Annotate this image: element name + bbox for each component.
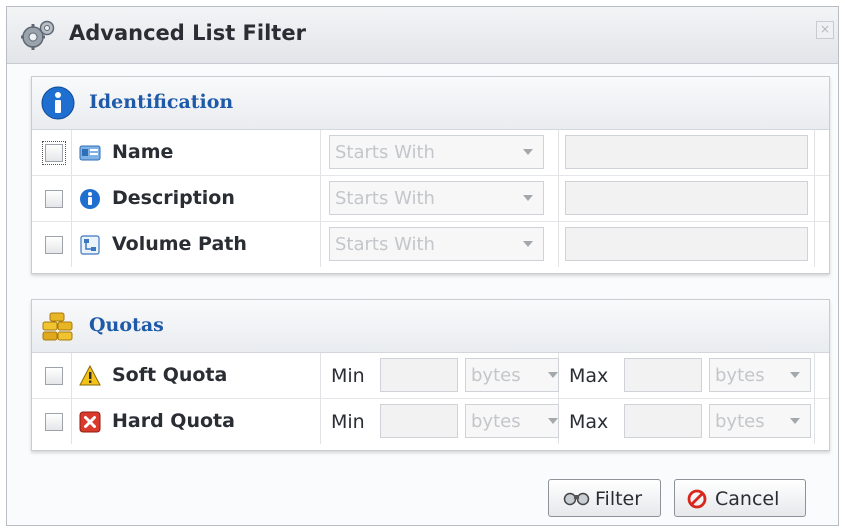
identification-header: Identification [32, 77, 829, 130]
label-cell: Soft Quota [72, 353, 321, 398]
hard-quota-max-unit: bytes [715, 411, 765, 432]
name-operator-select[interactable]: Starts With [329, 135, 544, 169]
dialog-title: Advanced List Filter [69, 21, 306, 45]
hard-quota-min-unit: bytes [471, 411, 521, 432]
min-cell: Min bytes [321, 353, 559, 398]
filter-row-soft-quota: Soft Quota Min bytes Max bytes [32, 353, 829, 399]
binoculars-icon [563, 492, 590, 506]
chevron-down-icon [548, 418, 558, 424]
checkbox-cell [32, 176, 72, 221]
value-cell [559, 222, 815, 267]
name-card-icon [79, 145, 101, 161]
quotas-header: Quotas [32, 300, 829, 353]
cancel-button-label: Cancel [715, 488, 780, 510]
volume-path-checkbox[interactable] [45, 236, 63, 254]
soft-quota-label: Soft Quota [112, 364, 228, 386]
filter-button[interactable]: Filter [548, 479, 661, 517]
quotas-section: Quotas Soft Quota Min bytes Max bytes Ha… [31, 299, 830, 451]
filter-row-volume-path: Volume Path Starts With [32, 222, 829, 267]
coins-icon [42, 312, 73, 341]
hard-quota-min-input[interactable] [380, 404, 458, 438]
volume-path-operator-select[interactable]: Starts With [329, 227, 544, 261]
max-cell: Max bytes [559, 353, 815, 398]
label-cell: Volume Path [72, 222, 321, 267]
close-button[interactable]: × [816, 21, 834, 39]
hard-quota-max-input[interactable] [624, 404, 702, 438]
label-cell: Description [72, 176, 321, 221]
volume-path-value-input[interactable] [565, 227, 808, 261]
min-cell: Min bytes [321, 399, 559, 444]
description-label: Description [112, 187, 235, 209]
info-icon [80, 189, 100, 209]
operator-cell: Starts With [321, 130, 559, 175]
volume-path-icon [80, 235, 100, 255]
volume-path-operator-value: Starts With [335, 234, 435, 255]
volume-path-label: Volume Path [112, 233, 247, 255]
chevron-down-icon [523, 149, 533, 155]
operator-cell: Starts With [321, 222, 559, 267]
filter-row-description: Description Starts With [32, 176, 829, 222]
hard-quota-min-unit-select[interactable]: bytes [465, 404, 559, 438]
hard-quota-label: Hard Quota [112, 410, 235, 432]
hard-quota-max-label: Max [569, 411, 609, 433]
quotas-title: Quotas [89, 314, 164, 336]
filter-row-name: Name Starts With [32, 130, 829, 176]
close-icon: × [819, 22, 831, 36]
cancel-button[interactable]: Cancel [674, 479, 806, 517]
error-icon [79, 411, 101, 433]
description-value-input[interactable] [565, 181, 808, 215]
info-icon [41, 86, 75, 120]
value-cell [559, 130, 815, 175]
identification-section: Identification Name Starts With Descript… [31, 76, 830, 274]
soft-quota-min-unit: bytes [471, 365, 521, 386]
filter-row-hard-quota: Hard Quota Min bytes Max bytes [32, 399, 829, 444]
advanced-list-filter-dialog: Advanced List Filter × Identification Na… [6, 6, 839, 526]
name-label: Name [112, 141, 174, 163]
checkbox-cell [32, 222, 72, 267]
dialog-titlebar[interactable]: Advanced List Filter × [7, 7, 838, 64]
name-operator-value: Starts With [335, 142, 435, 163]
warning-icon [79, 365, 101, 386]
soft-quota-max-label: Max [569, 365, 609, 387]
gears-icon [21, 20, 55, 50]
checkbox-cell [32, 130, 72, 175]
soft-quota-max-unit: bytes [715, 365, 765, 386]
checkbox-cell [32, 353, 72, 398]
description-operator-select[interactable]: Starts With [329, 181, 544, 215]
chevron-down-icon [790, 372, 800, 378]
label-cell: Hard Quota [72, 399, 321, 444]
soft-quota-min-label: Min [331, 365, 365, 387]
soft-quota-max-input[interactable] [624, 358, 702, 392]
chevron-down-icon [523, 195, 533, 201]
chevron-down-icon [790, 418, 800, 424]
description-checkbox[interactable] [45, 190, 63, 208]
identification-title: Identification [89, 91, 234, 113]
description-operator-value: Starts With [335, 188, 435, 209]
soft-quota-min-input[interactable] [380, 358, 458, 392]
hard-quota-max-unit-select[interactable]: bytes [709, 404, 811, 438]
max-cell: Max bytes [559, 399, 815, 444]
chevron-down-icon [548, 372, 558, 378]
label-cell: Name [72, 130, 321, 175]
checkbox-cell [32, 399, 72, 444]
filter-button-label: Filter [595, 488, 643, 510]
chevron-down-icon [523, 241, 533, 247]
soft-quota-max-unit-select[interactable]: bytes [709, 358, 811, 392]
name-value-input[interactable] [565, 135, 808, 169]
value-cell [559, 176, 815, 221]
hard-quota-checkbox[interactable] [45, 413, 63, 431]
name-checkbox[interactable] [42, 141, 66, 165]
soft-quota-checkbox[interactable] [45, 367, 63, 385]
hard-quota-min-label: Min [331, 411, 365, 433]
operator-cell: Starts With [321, 176, 559, 221]
cancel-icon [687, 489, 707, 509]
soft-quota-min-unit-select[interactable]: bytes [465, 358, 559, 392]
